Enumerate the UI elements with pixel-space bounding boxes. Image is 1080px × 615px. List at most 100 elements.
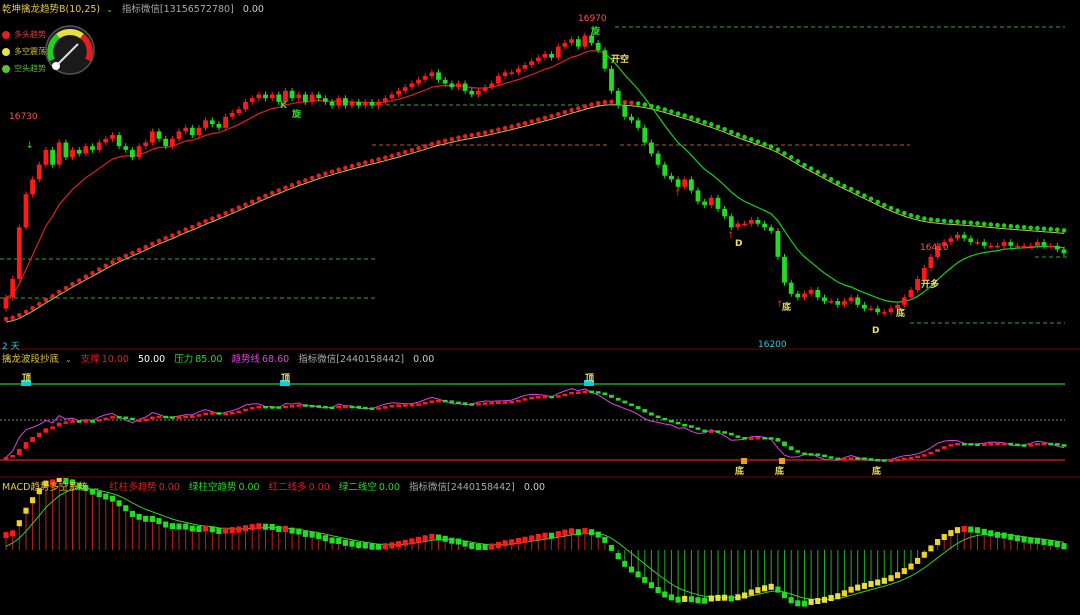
osc-bar (203, 412, 208, 416)
osc-bar (63, 421, 69, 424)
indicator-title[interactable]: 乾坤擒龙趋势B(10,25) (2, 4, 100, 15)
candle-body (216, 124, 222, 128)
osc-bar (649, 412, 654, 416)
trend-dot (422, 144, 428, 149)
dif-block (269, 524, 275, 530)
osc-bar (1015, 443, 1020, 447)
speedometer-icon (45, 25, 95, 75)
dif-block (608, 544, 615, 551)
trend-dot (442, 138, 448, 144)
candle-body (808, 290, 814, 294)
trend-dot (715, 124, 721, 130)
dif-block (1034, 537, 1040, 544)
chevron-down-icon[interactable]: ⌄ (93, 483, 100, 492)
trend-dot (163, 236, 168, 241)
trend-dot (1028, 225, 1033, 231)
osc-bar (595, 391, 601, 394)
main-chart-panel[interactable]: 乾坤擒龙趋势B(10,25) ⌄ 指标微信[13156572780] 0.00 多… (0, 0, 1080, 352)
trend-dot (50, 293, 55, 299)
osc-bar (842, 458, 847, 461)
candle-body (516, 68, 521, 73)
candle-body (336, 98, 342, 106)
osc-bar (862, 457, 867, 460)
candlestick-chart[interactable]: ↓↑↑↑ (0, 0, 1080, 350)
candle-body (842, 301, 847, 305)
dif-block (1054, 541, 1060, 548)
trend-dot (828, 176, 834, 182)
dif-block (768, 583, 774, 590)
candle-body (63, 142, 69, 158)
dif-block (329, 537, 335, 544)
trend-dot (130, 250, 135, 256)
trend-dot (669, 109, 674, 114)
trend-dot (1061, 228, 1067, 233)
candle-body (23, 194, 29, 228)
dif-block (422, 535, 428, 542)
candle-body (1048, 245, 1054, 248)
osc-title[interactable]: 擒龙波段抄底 (2, 354, 59, 365)
candle-body (362, 101, 368, 106)
oscillator-panel[interactable]: 擒龙波段抄底 ⌄ 支撑 10.00 50.00 压力 85.00 趋势线 68.60 指… (0, 350, 1080, 478)
candle-body (56, 142, 62, 165)
dif-block (515, 538, 521, 544)
dif-block (642, 576, 648, 583)
candle-body (1015, 245, 1020, 248)
trend-dot (263, 193, 268, 199)
dif-block (242, 525, 249, 532)
osc-bar (961, 443, 967, 446)
trend-dot (269, 190, 275, 196)
dif-block (1048, 539, 1054, 546)
osc-bar (735, 435, 741, 438)
osc-bar (529, 396, 535, 400)
trend-dot (1041, 226, 1047, 231)
candle-body (728, 216, 734, 228)
trend-dot (722, 127, 727, 132)
trend-dot (576, 106, 581, 111)
candle-body (323, 98, 328, 102)
dif-block (748, 589, 754, 596)
dif-block (136, 513, 142, 520)
dif-block (455, 538, 462, 545)
candle-body (203, 120, 208, 128)
macd-panel[interactable]: MACD趋势多空系统 ⌄ 红柱多趋势 0.00 绿柱空趋势 0.00 红二线多 0.00… (0, 478, 1080, 615)
chevron-down-icon[interactable]: ⌄ (106, 5, 113, 14)
candle-body (189, 127, 195, 136)
trend-dot (489, 129, 495, 134)
dif-block (289, 527, 295, 534)
dif-block (349, 540, 355, 547)
trend-dot (955, 219, 960, 224)
osc-bar (662, 417, 668, 421)
candle-body (1041, 242, 1047, 246)
dif-block (1014, 535, 1020, 542)
candle-body (848, 297, 854, 302)
candle-body (775, 231, 781, 257)
osc-bar (575, 391, 581, 394)
osc-bar (16, 448, 22, 455)
osc-bar (196, 414, 202, 417)
dif-block (662, 591, 668, 598)
trend-dot (76, 278, 82, 283)
s3-value: 0.00 (308, 482, 330, 493)
dif-block (489, 543, 495, 550)
oscillator-chart[interactable] (0, 350, 1080, 478)
resist-value: 85.00 (195, 354, 223, 365)
candle-body (143, 142, 149, 147)
dif-block (762, 585, 768, 592)
trend-dot (549, 113, 554, 119)
dif-block (895, 572, 901, 579)
chevron-down-icon[interactable]: ⌄ (65, 355, 72, 364)
main-header: 乾坤擒龙趋势B(10,25) ⌄ 指标微信[13156572780] 0.00 (2, 1, 270, 15)
osc-header: 擒龙波段抄底 ⌄ 支撑 10.00 50.00 压力 85.00 趋势线 68.60 指… (2, 351, 440, 365)
candle-body (16, 227, 22, 279)
osc-bar (1054, 443, 1060, 446)
label-high: 16970 (578, 14, 607, 24)
macd-title[interactable]: MACD趋势多空系统 (2, 482, 87, 493)
osc-bar (948, 444, 954, 447)
dif-block (655, 587, 661, 593)
candle-body (788, 282, 794, 294)
dif-block (835, 593, 841, 600)
osc-bar (323, 406, 328, 409)
candle-body (689, 179, 694, 191)
macd-chart[interactable] (0, 478, 1080, 615)
trend-dot (396, 151, 401, 157)
